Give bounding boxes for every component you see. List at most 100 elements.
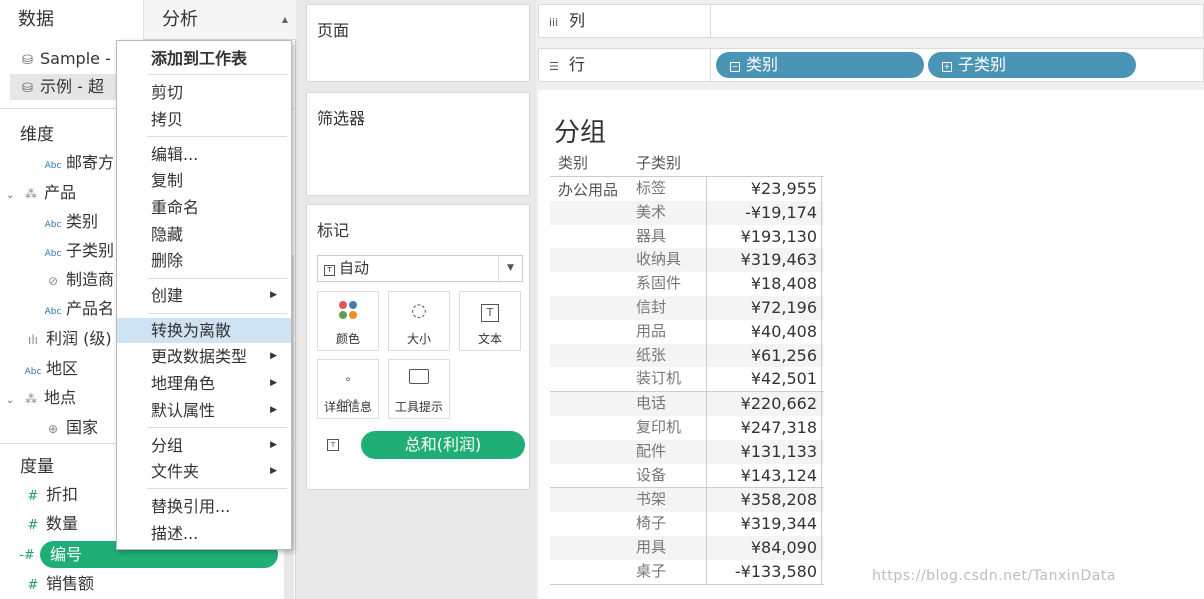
context-menu: 添加到工作表 剪切 拷贝 编辑... 复制 重命名 隐藏 删除 创建 ▶ 转换为离… <box>116 40 292 550</box>
table-row[interactable]: 系固件 ¥18,408 <box>550 272 824 296</box>
table-row[interactable]: 收纳具 ¥319,463 <box>550 248 824 273</box>
watermark: https://blog.csdn.net/TanxinData <box>872 568 1116 584</box>
sum-profit-pill[interactable]: 总和(利润) <box>361 431 525 459</box>
menu-rename[interactable]: 重命名 <box>117 195 291 220</box>
category-group: 技术电话¥220,662复印机¥247,318配件¥131,133设备¥143,… <box>550 391 824 488</box>
menu-default-properties[interactable]: 默认属性 ▶ <box>117 398 291 423</box>
field-category[interactable]: Abc 类别 <box>40 209 98 235</box>
marks-color-button[interactable]: 颜色 <box>317 291 379 351</box>
table-row[interactable]: 器具 ¥193,130 <box>550 224 824 249</box>
field-region[interactable]: Abc 地区 <box>20 356 78 382</box>
color-icon <box>318 300 378 322</box>
tab-analysis[interactable]: 分析 ▲▼ <box>144 0 296 64</box>
rows-shelf[interactable]: ☰ 行 − 类别 + 子类别 <box>538 48 1204 82</box>
menu-folder[interactable]: 文件夹 ▶ <box>117 459 291 484</box>
subcategory-label: 标签 <box>636 179 667 197</box>
marks-type-select[interactable]: T 自动 ▼ <box>317 255 523 282</box>
menu-change-data-type[interactable]: 更改数据类型 ▶ <box>117 344 291 369</box>
filters-card[interactable]: 筛选器 <box>306 92 530 196</box>
marks-text-button[interactable]: T 文本 <box>459 291 521 351</box>
chevron-down-icon[interactable]: ⌄ <box>6 183 18 209</box>
field-discount[interactable]: # 折扣 <box>20 482 78 508</box>
category-group: 家具书架¥358,208椅子¥319,344用具¥84,090桌子-¥133,5… <box>550 487 824 585</box>
text-mark-icon[interactable]: T <box>327 439 339 451</box>
subcategory-label: 用具 <box>636 537 667 556</box>
table-row[interactable]: 椅子 ¥319,344 <box>550 512 824 536</box>
table-row[interactable]: 配件 ¥131,133 <box>550 439 824 464</box>
field-productname[interactable]: Abc 产品名 <box>40 296 114 322</box>
menu-hide[interactable]: 隐藏 <box>117 222 291 247</box>
subcategory-label: 桌子 <box>636 561 667 580</box>
subcategory-label: 美术 <box>636 202 667 221</box>
hierarchy-icon: ⁂ <box>25 392 37 406</box>
tab-data[interactable]: 数据 <box>0 0 144 40</box>
columns-shelf[interactable]: iii 列 <box>538 4 1204 38</box>
profit-value: -¥133,580 <box>706 559 822 584</box>
submenu-arrow-icon: ▶ <box>270 378 277 388</box>
profit-value: ¥220,662 <box>706 392 822 416</box>
marks-size-button[interactable]: ◌ 大小 <box>388 291 450 351</box>
chevron-down-icon[interactable]: ⌄ <box>6 388 18 414</box>
table-row[interactable]: 电话 ¥220,662 <box>550 392 824 416</box>
rows-icon: ☰ <box>549 60 559 73</box>
table-row[interactable]: 设备 ¥143,124 <box>550 463 824 488</box>
table-row[interactable]: 用具 ¥84,090 <box>550 535 824 560</box>
abc-icon: Abc <box>44 249 62 259</box>
menu-create[interactable]: 创建 ▶ <box>117 283 291 308</box>
field-subcategory[interactable]: Abc 子类别 <box>40 238 114 264</box>
crosstab-table: 办公用品 标签 ¥23,955 美术 -¥19,174 器具 ¥193,130 收纳具 ¥319… <box>550 176 824 585</box>
table-row[interactable]: 复印机 ¥247,318 <box>550 415 824 440</box>
field-product-hierarchy[interactable]: ⌄ ⁂ 产品 <box>6 180 76 206</box>
table-row[interactable]: 桌子 -¥133,580 <box>550 559 824 584</box>
menu-divider <box>147 136 287 137</box>
menu-divider <box>147 488 287 489</box>
menu-geographic-role[interactable]: 地理角色 ▶ <box>117 371 291 396</box>
field-sales[interactable]: # 销售额 <box>20 571 94 597</box>
table-row[interactable]: 用品 ¥40,408 <box>550 319 824 344</box>
field-manufacturer[interactable]: ⊘ 制造商 <box>40 267 114 293</box>
menu-convert-to-discrete[interactable]: 转换为离散 <box>117 318 291 343</box>
pages-card[interactable]: 页面 <box>306 4 530 82</box>
dimensions-header: 维度 <box>20 125 54 145</box>
menu-describe[interactable]: 描述... <box>117 521 291 546</box>
subcategory-label: 电话 <box>636 394 667 413</box>
collapse-icon[interactable]: − <box>730 62 740 72</box>
menu-replace-references[interactable]: 替换引用... <box>117 494 291 519</box>
table-row[interactable]: 纸张 ¥61,256 <box>550 343 824 368</box>
menu-duplicate[interactable]: 复制 <box>117 168 291 193</box>
table-row[interactable]: 美术 -¥19,174 <box>550 200 824 225</box>
rows-pill-category[interactable]: − 类别 <box>716 52 924 78</box>
expand-icon[interactable]: + <box>942 62 952 72</box>
table-row[interactable]: 信封 ¥72,196 <box>550 295 824 320</box>
field-quantity[interactable]: # 数量 <box>20 511 78 537</box>
chevron-down-icon[interactable]: ▼ <box>498 256 522 281</box>
subcategory-label: 装订机 <box>636 369 682 388</box>
column-header-category: 类别 <box>558 154 589 172</box>
marks-card: 标记 T 自动 ▼ 颜色 ◌ 大小 T 文本 ∘ ∘∘∘ 详细信息 工具提示 T… <box>306 204 530 490</box>
menu-delete[interactable]: 删除 <box>117 248 291 273</box>
submenu-arrow-icon: ▶ <box>270 351 277 361</box>
database-icon: ⛁ <box>22 53 33 68</box>
menu-cut[interactable]: 剪切 <box>117 80 291 105</box>
menu-edit[interactable]: 编辑... <box>117 142 291 167</box>
cards-area: 页面 筛选器 标记 T 自动 ▼ 颜色 ◌ 大小 T 文本 ∘ ∘∘∘ 详细信息… <box>296 0 536 599</box>
columns-icon: iii <box>549 16 559 29</box>
tab-analysis-label: 分析 <box>162 9 198 30</box>
profit-value: -¥19,174 <box>706 200 822 225</box>
marks-detail-button[interactable]: ∘ ∘∘∘ 详细信息 <box>317 359 379 419</box>
table-row[interactable]: 书架 ¥358,208 <box>550 488 824 513</box>
marks-tooltip-button[interactable]: 工具提示 <box>388 359 450 419</box>
field-country[interactable]: ⊕ 国家 <box>40 415 98 441</box>
subcategory-label: 椅子 <box>636 514 667 533</box>
menu-group[interactable]: 分组 ▶ <box>117 433 291 458</box>
field-profit-bins[interactable]: ılı 利润 (级) <box>20 326 112 352</box>
rows-pill-subcategory[interactable]: + 子类别 <box>928 52 1136 78</box>
bins-icon: ılı <box>27 333 38 347</box>
field-location-hierarchy[interactable]: ⌄ ⁂ 地点 <box>6 385 76 411</box>
menu-add-to-sheet[interactable]: 添加到工作表 <box>117 46 291 71</box>
menu-copy[interactable]: 拷贝 <box>117 107 291 132</box>
table-row[interactable]: 标签 ¥23,955 <box>550 177 824 201</box>
abc-icon: Abc <box>44 220 62 230</box>
field-shipmode[interactable]: Abc 邮寄方 <box>40 150 114 176</box>
table-row[interactable]: 装订机 ¥42,501 <box>550 367 824 392</box>
